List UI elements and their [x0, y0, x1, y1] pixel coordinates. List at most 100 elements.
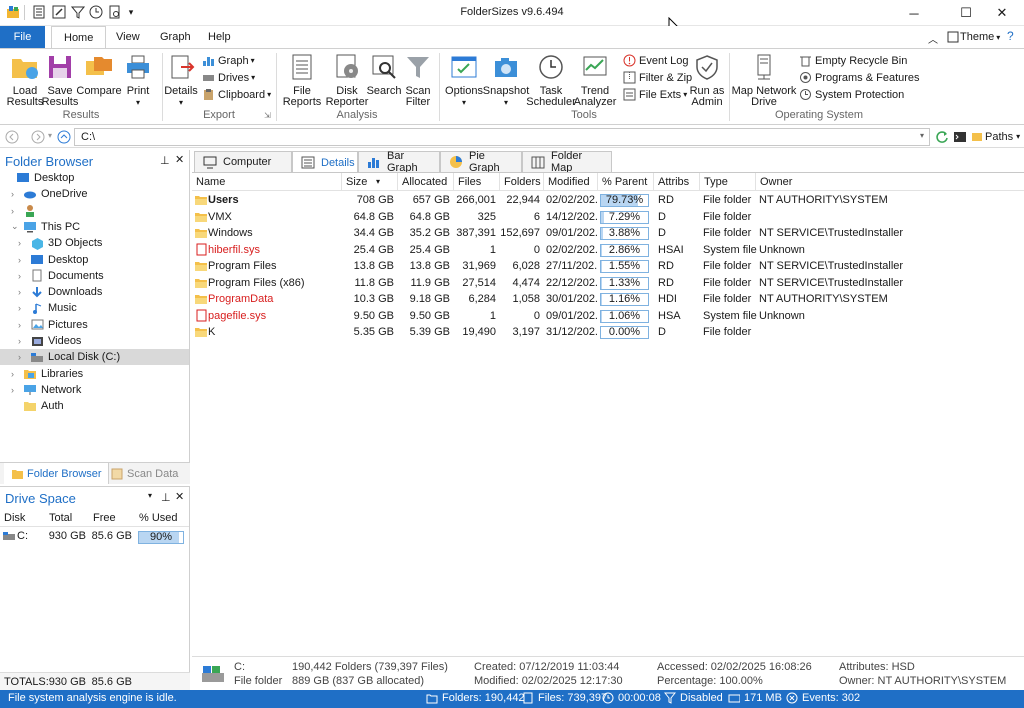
tree-node[interactable]: › Local Disk (C:) — [0, 349, 189, 366]
up-icon[interactable] — [56, 129, 72, 145]
status-filter[interactable]: Disabled — [664, 692, 723, 704]
chevron-right-icon[interactable]: › — [11, 385, 21, 395]
col-header-type[interactable]: Type — [700, 173, 756, 191]
table-row[interactable]: pagefile.sys 9.50 GB 9.50 GB 1 0 09/01/202...… — [192, 308, 1024, 324]
tab-home[interactable]: Home — [51, 26, 107, 49]
tree-node[interactable]: › Desktop — [0, 252, 189, 268]
table-row[interactable]: K 5.35 GB 5.39 GB 19,490 3,197 31/12/202... D F… — [192, 324, 1024, 340]
file-exts-button[interactable]: File Exts ▾ — [622, 86, 687, 103]
snapshot-button[interactable]: Snapshot ▾ — [483, 51, 529, 113]
pin-icon[interactable]: ⊥ — [161, 491, 171, 504]
refresh-icon[interactable] — [934, 129, 950, 145]
col-header-modified[interactable]: Modified — [544, 173, 598, 191]
forward-icon[interactable] — [30, 129, 46, 145]
file-reports-button[interactable]: File Reports — [280, 51, 324, 113]
theme-menu[interactable]: Theme ▾ — [946, 30, 1000, 44]
tree-node[interactable]: › 3D Objects — [0, 235, 189, 251]
tab-folder-map[interactable]: Folder Map — [522, 150, 612, 174]
col-header-free[interactable]: Free — [93, 512, 116, 524]
chevron-right-icon[interactable]: › — [11, 189, 21, 199]
collapse-ribbon-icon[interactable]: ︿ — [928, 31, 938, 46]
chevron-right-icon[interactable]: › — [18, 238, 28, 248]
tab-details[interactable]: Details — [292, 151, 358, 173]
dialog-launcher-icon[interactable]: ⇲ — [264, 111, 271, 120]
pane-menu-icon[interactable]: ▾ — [148, 491, 152, 500]
tab-bar-graph[interactable]: Bar Graph — [358, 150, 440, 174]
tree-node[interactable]: › Pictures — [0, 317, 189, 333]
search-button[interactable]: Search — [367, 51, 401, 113]
table-row[interactable]: Windows 34.4 GB 35.2 GB 387,391 152,697 09/01… — [192, 225, 1024, 241]
details-button[interactable]: Details ▾ — [164, 51, 198, 113]
save-results-button[interactable]: Save Results — [42, 51, 78, 113]
tree-node[interactable]: › Music — [0, 300, 189, 316]
chevron-right-icon[interactable]: › — [11, 369, 21, 379]
event-log-button[interactable]: Event Log — [622, 52, 689, 69]
run-as-admin-button[interactable]: Run as Admin — [688, 51, 726, 113]
tab-file[interactable]: File — [0, 26, 45, 48]
chevron-right-icon[interactable]: › — [18, 320, 28, 330]
close-pane-icon[interactable]: ✕ — [175, 490, 184, 503]
pin-icon[interactable]: ⊥ — [160, 154, 170, 167]
chevron-right-icon[interactable]: › — [18, 271, 28, 281]
map-network-drive-button[interactable]: Map Network Drive — [732, 51, 796, 113]
col-header-files[interactable]: Files — [454, 173, 500, 191]
col-header-owner[interactable]: Owner — [756, 173, 1024, 191]
print-button[interactable]: Print ▾ — [123, 51, 153, 113]
tab-scan-data[interactable]: Scan Data — [106, 463, 182, 484]
col-header-disk[interactable]: Disk — [4, 512, 25, 524]
col-header-name[interactable]: Name — [192, 173, 342, 191]
tree-node[interactable]: › Network — [0, 382, 189, 398]
programs-features-button[interactable]: Programs & Features — [798, 69, 920, 86]
clipboard-export-button[interactable]: Clipboard ▾ — [201, 86, 271, 103]
tree-node[interactable]: › — [0, 203, 189, 219]
path-dropdown-icon[interactable]: ▾ — [920, 131, 924, 140]
chevron-right-icon[interactable]: › — [18, 336, 28, 346]
col-header-used[interactable]: % Used — [139, 512, 178, 524]
tree-node[interactable]: › Videos — [0, 333, 189, 349]
disk-reporter-button[interactable]: Disk Reporter — [325, 51, 369, 113]
drive-row[interactable]: C: 930 GB 85.6 GB 90% — [0, 529, 189, 545]
graph-export-button[interactable]: Graph ▾ — [201, 52, 255, 69]
tree-node[interactable]: ⌄ This PC — [0, 219, 189, 235]
options-button[interactable]: Options ▾ — [444, 51, 484, 113]
close-pane-icon[interactable]: ✕ — [175, 153, 184, 166]
help-icon[interactable]: ? — [1007, 29, 1014, 43]
trend-analyzer-button[interactable]: Trend Analyzer — [574, 51, 616, 113]
compare-button[interactable]: Compare — [76, 51, 122, 113]
load-results-button[interactable]: Load Results — [6, 51, 44, 113]
chevron-right-icon[interactable]: › — [18, 303, 28, 313]
tree-node[interactable]: › Libraries — [0, 366, 189, 382]
table-row[interactable]: Program Files (x86) 11.8 GB 11.9 GB 27,514 4… — [192, 275, 1024, 291]
chevron-right-icon[interactable]: › — [18, 255, 28, 265]
col-header-total[interactable]: Total — [49, 512, 72, 524]
col-header-allocated[interactable]: Allocated — [398, 173, 454, 191]
tree-node[interactable]: › Downloads — [0, 284, 189, 300]
chevron-down-icon[interactable]: ⌄ — [11, 221, 21, 232]
col-header-percent-parent[interactable]: % Parent — [598, 173, 654, 191]
task-scheduler-button[interactable]: Task Scheduler — [526, 51, 576, 113]
chevron-right-icon[interactable]: › — [18, 287, 28, 297]
chevron-right-icon[interactable]: › — [18, 352, 28, 362]
tree-node[interactable]: › Documents — [0, 268, 189, 284]
tab-graph[interactable]: Graph — [148, 26, 203, 48]
tab-pie-graph[interactable]: Pie Graph — [440, 150, 522, 174]
table-row[interactable]: hiberfil.sys 25.4 GB 25.4 GB 1 0 02/02/202...… — [192, 242, 1024, 258]
table-row[interactable]: ProgramData 10.3 GB 9.18 GB 6,284 1,058 30/01… — [192, 291, 1024, 307]
chevron-right-icon[interactable]: › — [11, 206, 21, 216]
table-row[interactable]: VMX 64.8 GB 64.8 GB 325 6 14/12/202... D File f… — [192, 209, 1024, 225]
tree-node[interactable]: › OneDrive — [0, 186, 189, 202]
terminal-icon[interactable] — [952, 129, 968, 145]
history-dropdown-icon[interactable]: ▾ — [48, 131, 52, 140]
col-header-size[interactable]: Size ▾ — [342, 173, 398, 191]
close-button[interactable]: ✕ — [980, 0, 1024, 26]
paths-button[interactable]: Paths ▾ — [970, 130, 1020, 143]
tab-view[interactable]: View — [104, 26, 152, 48]
filter-zip-button[interactable]: Filter & Zip — [622, 69, 692, 86]
col-header-attribs[interactable]: Attribs — [654, 173, 700, 191]
scan-filter-button[interactable]: Scan Filter — [402, 51, 434, 113]
empty-recycle-bin-button[interactable]: Empty Recycle Bin — [798, 52, 907, 69]
tree-node[interactable]: Auth — [0, 398, 189, 414]
status-events[interactable]: Events: 302 — [786, 692, 860, 704]
col-header-folders[interactable]: Folders — [500, 173, 544, 191]
path-input[interactable]: C:\ — [74, 128, 930, 146]
